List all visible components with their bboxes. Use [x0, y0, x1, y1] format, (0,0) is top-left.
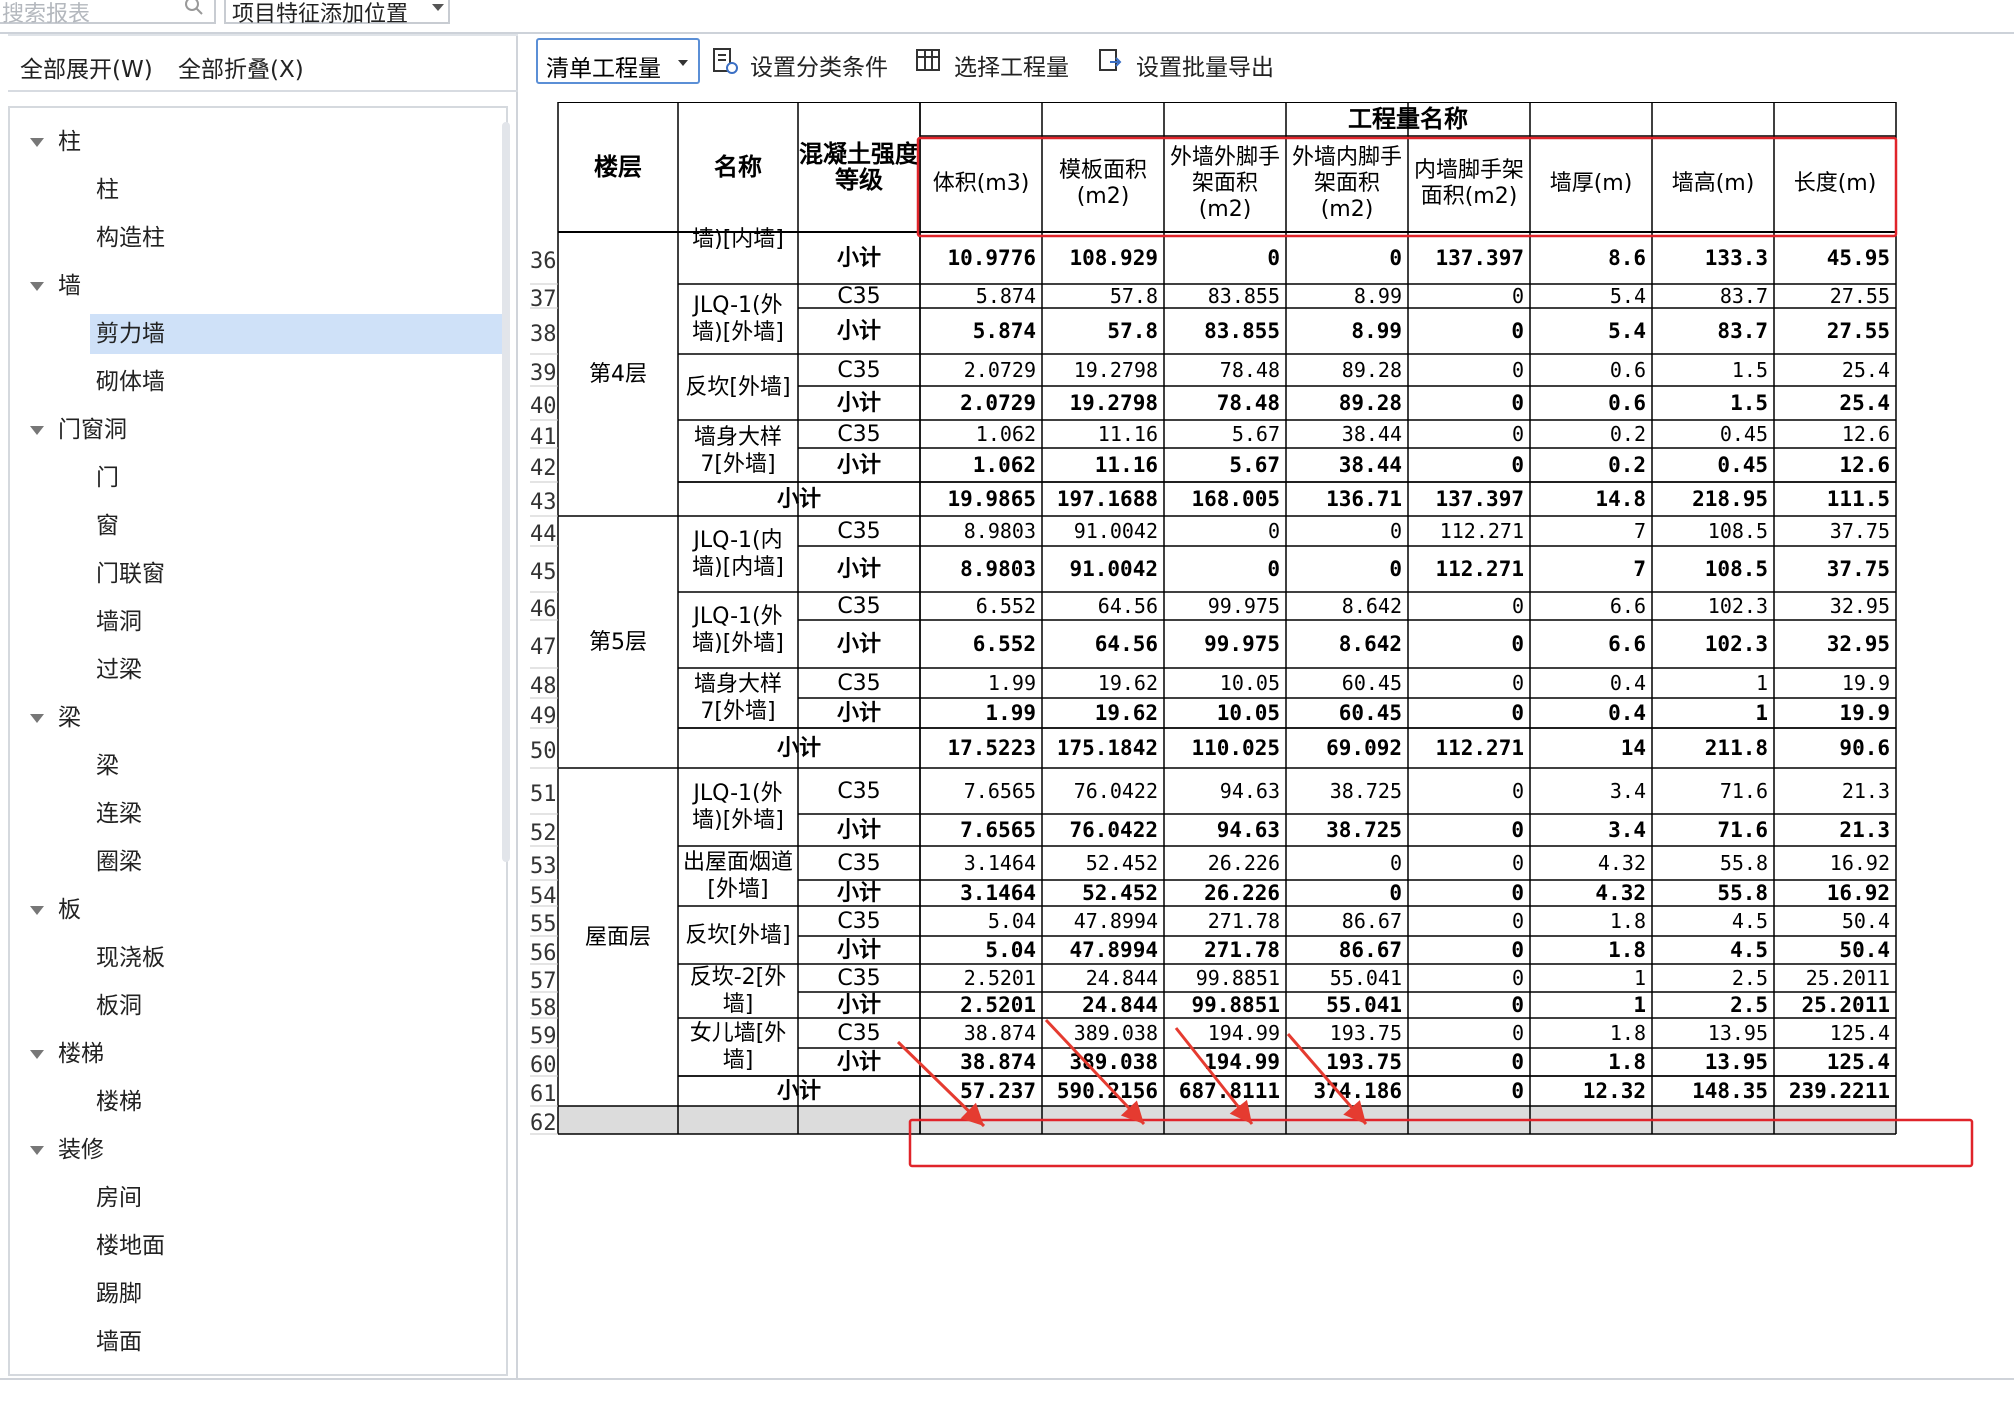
feature-position-dropdown[interactable]: 项目特征添加位置: [224, 0, 450, 27]
category-settings-icon: [713, 48, 738, 74]
quantity-report-table: 工程量名称 楼层 名称 混凝土强度等级 体积(m3) 模板面积(m2) 外墙外脚手架面积(m…: [530, 102, 2008, 1362]
tree-item[interactable]: 砌体墙: [96, 362, 165, 402]
tree-group[interactable]: 梁: [30, 698, 81, 738]
select-quantity-button[interactable]: 选择工程量: [914, 42, 1084, 82]
tree-item-label: 楼梯: [58, 1041, 104, 1067]
tree-item[interactable]: 房间: [96, 1178, 142, 1218]
tree-item-label: 门窗洞: [58, 417, 127, 443]
tree-item-label: 剪力墙: [96, 321, 165, 347]
tree-item[interactable]: 圈梁: [96, 842, 142, 882]
tree-item-label: 门联窗: [96, 561, 165, 587]
list-quantity-dropdown[interactable]: 清单工程量: [536, 38, 700, 84]
component-tree: 柱柱构造柱墙剪力墙 砌体墙 门窗洞门窗门联窗 墙洞 过梁梁梁连梁 圈梁板现浇板 板洞 楼梯 楼梯…: [8, 106, 508, 1376]
tree-item[interactable]: 过梁: [96, 650, 142, 690]
tree-item-label: 板: [58, 897, 81, 923]
search-icon[interactable]: [182, 0, 206, 18]
search-placeholder: 搜索报表: [2, 2, 91, 27]
tree-item[interactable]: 墙洞: [96, 602, 142, 642]
export-icon: [1099, 49, 1122, 71]
tree-item-label: 楼梯: [96, 1089, 142, 1115]
tree-item-label: 楼地面: [96, 1233, 165, 1259]
batch-export-label: 设置批量导出: [1136, 55, 1274, 81]
tree-scrollbar[interactable]: [502, 122, 510, 862]
tree-item-label: 墙: [58, 273, 81, 299]
search-report-input[interactable]: 搜索报表: [0, 0, 216, 27]
expand-triangle-icon[interactable]: [30, 426, 44, 435]
expand-all-button[interactable]: 全部展开(W): [20, 50, 153, 84]
tree-item[interactable]: 窗: [96, 506, 119, 546]
tree-item-label: 梁: [96, 753, 119, 779]
tree-item-label: 门: [96, 465, 119, 491]
tree-group[interactable]: 墙: [30, 266, 81, 306]
tree-item[interactable]: 现浇板: [96, 938, 165, 978]
expand-triangle-icon[interactable]: [30, 138, 44, 147]
tree-item[interactable]: 天棚: [96, 1370, 142, 1374]
tree-group[interactable]: 楼梯: [30, 1034, 104, 1074]
select-quantity-label: 选择工程量: [954, 55, 1069, 81]
tree-item[interactable]: 连梁: [96, 794, 142, 834]
tree-item[interactable]: 梁: [96, 746, 119, 786]
list-quantity-label: 清单工程量: [546, 56, 661, 82]
chevron-down-icon: [678, 60, 688, 66]
collapse-all-button[interactable]: 全部折叠(X): [178, 50, 304, 84]
set-category-label: 设置分类条件: [750, 55, 888, 81]
right-toolbar: 清单工程量 设置分类条件 选择工程量 设置批量导出: [530, 34, 2014, 92]
tree-item[interactable]: 踢脚: [96, 1274, 142, 1314]
tree-item[interactable]: 楼地面: [96, 1226, 165, 1266]
tree-item-label: 板洞: [96, 993, 142, 1019]
tree-item[interactable]: 剪力墙: [90, 314, 504, 354]
expand-triangle-icon[interactable]: [30, 1050, 44, 1059]
left-toolbar: 全部展开(W) 全部折叠(X): [8, 34, 518, 92]
tree-group[interactable]: 柱: [30, 122, 81, 162]
tree-item-label: 房间: [96, 1185, 142, 1211]
tree-item-label: 墙面: [96, 1329, 142, 1355]
tree-item-label: 柱: [96, 177, 119, 203]
expand-triangle-icon[interactable]: [30, 906, 44, 915]
tree-item-label: 现浇板: [96, 945, 165, 971]
tree-item-label: 构造柱: [96, 225, 165, 251]
tree-item-label: 过梁: [96, 657, 142, 683]
tree-group[interactable]: 装修: [30, 1130, 104, 1170]
tree-group[interactable]: 板: [30, 890, 81, 930]
tree-item[interactable]: 墙面: [96, 1322, 142, 1362]
tree-group[interactable]: 门窗洞: [30, 410, 127, 450]
tree-item[interactable]: 门联窗: [96, 554, 165, 594]
tree-item[interactable]: 柱: [96, 170, 119, 210]
bottom-divider: [0, 1378, 2014, 1380]
tree-item[interactable]: 板洞: [96, 986, 142, 1026]
expand-triangle-icon[interactable]: [30, 714, 44, 723]
table-select-icon: [916, 49, 940, 71]
batch-export-button[interactable]: 设置批量导出: [1096, 42, 1316, 82]
expand-triangle-icon[interactable]: [30, 282, 44, 291]
tree-item-label: 踢脚: [96, 1281, 142, 1307]
tree-item-label: 装修: [58, 1137, 104, 1163]
set-category-button[interactable]: 设置分类条件: [710, 42, 910, 82]
tree-item[interactable]: 构造柱: [96, 218, 165, 258]
tree-item-label: 连梁: [96, 801, 142, 827]
left-panel: 全部展开(W) 全部折叠(X) 柱柱构造柱墙剪力墙砌体墙门窗洞门窗门联窗墙洞过梁…: [8, 34, 518, 1380]
chevron-down-icon: [432, 4, 444, 11]
feature-position-label: 项目特征添加位置: [232, 2, 409, 27]
tree-item-label: 墙洞: [96, 609, 142, 635]
tree-item-label: 柱: [58, 129, 81, 155]
expand-triangle-icon[interactable]: [30, 1146, 44, 1155]
tree-item-label: 窗: [96, 513, 119, 539]
table-grid-lines: [530, 102, 1974, 1168]
highlight-box-header: [916, 136, 1898, 238]
top-toolbar: 搜索报表 项目特征添加位置: [0, 0, 2014, 34]
tree-item-label: 圈梁: [96, 849, 142, 875]
tree-item-label: 梁: [58, 705, 81, 731]
tree-item-label: 砌体墙: [96, 369, 165, 395]
tree-item[interactable]: 楼梯: [96, 1082, 142, 1122]
tree-item[interactable]: 门: [96, 458, 119, 498]
